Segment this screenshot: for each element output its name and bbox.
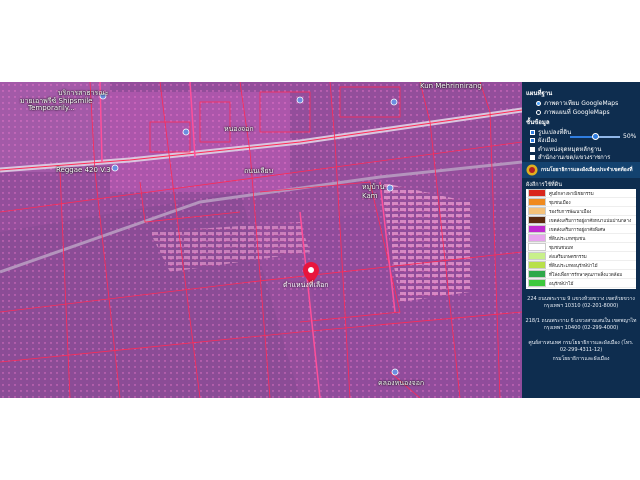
legend-label: ส่งเสริมเกษตรกรรม (549, 254, 587, 260)
address-1: 224 ถนนพระราม 9 แขวงห้วยขวาง เขตห้วยขวาง… (527, 296, 635, 309)
legend-label: ชุมชนชนบท (549, 245, 574, 251)
legend-item: ศูนย์กลางพาณิชยกรรม (526, 189, 636, 198)
legend-item: เขตส่งเสริมการอยู่อาศัยหนาแน่นปานกลาง (526, 216, 636, 225)
legend-swatch (528, 216, 546, 224)
poi-pin[interactable] (386, 184, 394, 192)
map-label: Kun Mehrinnirang (420, 82, 482, 90)
legend-swatch (528, 198, 546, 206)
legend-label: ที่โล่งเพื่อการรักษาคุณภาพสิ่งแวดล้อม (549, 272, 623, 278)
zoning-dots (0, 82, 522, 398)
map-label: หมู่บ้าน (362, 183, 385, 191)
layers-heading: ชั้นข้อมูล (526, 119, 550, 126)
map-svg[interactable] (0, 82, 522, 398)
map-label: หนองจอก (224, 125, 254, 133)
department-logo-icon (526, 164, 538, 176)
side-panel: แผนที่ฐาน ภาพดาวเทียม GoogleMaps ภาพแผนท… (522, 82, 640, 398)
address-2: 218/1 ถนนพระราม 6 แขวงสามเสนใน เขตพญาไท … (525, 318, 637, 331)
legend-swatch (528, 234, 546, 242)
legend-swatch (528, 225, 546, 233)
layer-offices[interactable]: สำนักงานเขต/แขวงราชการ (530, 152, 610, 162)
map-label: Reggae 420 V.3 (56, 166, 111, 174)
legend-item: ชุมชนเมือง (526, 198, 636, 207)
legend: ศูนย์กลางพาณิชยกรรมชุมชนเมืองรองรับการพั… (526, 189, 636, 289)
opacity-slider-knob[interactable] (591, 133, 599, 140)
map-label: ถนนเลียบ (244, 167, 274, 175)
legend-label: ที่ดินประเภทอนุรักษ์ป่าไม้ (549, 263, 598, 269)
legend-label: ชุมชนเมือง (549, 200, 571, 206)
poi-pin[interactable] (391, 368, 399, 376)
legend-label: ศูนย์กลางพาณิชยกรรม (549, 191, 594, 197)
poi-pin[interactable] (111, 164, 119, 172)
opacity-value: 50% (623, 133, 637, 140)
legend-label: รองรับการพัฒนาเมือง (549, 209, 592, 215)
address-3: ศูนย์สารสนเทศ กรมโยธาธิการและผังเมือง (โ… (528, 340, 634, 353)
address-4: กรมโยธาธิการและผังเมือง (552, 356, 610, 362)
basemap-option-map[interactable]: ภาพแผนที่ GoogleMaps (536, 107, 610, 117)
poi-pin[interactable] (182, 128, 190, 136)
basemap-heading: แผนที่ฐาน (526, 90, 553, 97)
radio-selected[interactable] (536, 101, 541, 106)
legend-item: ที่ดินประเภทชุมชน (526, 234, 636, 243)
legend-label: เขตส่งเสริมการอยู่อาศัยหนาแน่นปานกลาง (549, 218, 632, 224)
legend-swatch (528, 270, 546, 278)
poi-pin[interactable] (296, 96, 304, 104)
map-label: คลองหนองจอก (378, 379, 425, 387)
legend-heading: ผังสีการใช้ที่ดิน (526, 182, 563, 188)
legend-item: รองรับการพัฒนาเมือง (526, 207, 636, 216)
legend-item: เขตส่งเสริมการอยู่อาศัยพิเศษ (526, 225, 636, 234)
marker-label: ตำแหน่งที่เลือก (283, 281, 329, 289)
radio-unselected[interactable] (536, 110, 541, 115)
checkbox-unchecked[interactable] (530, 155, 535, 160)
legend-swatch (528, 243, 546, 251)
legend-item: ชุมชนชนบท (526, 243, 636, 252)
opacity-slider[interactable] (570, 133, 620, 140)
banner-text: กรมโยธาธิการและผังเมืองประจำเขตท้องที่ (541, 167, 633, 173)
legend-swatch (528, 189, 546, 197)
legend-swatch (528, 279, 546, 287)
checkbox-checked[interactable] (530, 138, 535, 143)
map-label: Temporarily... (28, 104, 75, 112)
legend-item: ส่งเสริมเกษตรกรรม (526, 252, 636, 261)
legend-swatch (528, 252, 546, 260)
legend-item: ที่ดินประเภทอนุรักษ์ป่าไม้ (526, 261, 636, 270)
legend-item: ที่โล่งเพื่อการรักษาคุณภาพสิ่งแวดล้อม (526, 270, 636, 279)
legend-label: อนุรักษ์ป่าไม้ (549, 281, 574, 287)
map-viewport[interactable]: บริการสาธารณะ มายเอาพรีซ์ Shipsmile Temp… (0, 82, 640, 398)
legend-label: เขตส่งเสริมการอยู่อาศัยพิเศษ (549, 227, 606, 233)
department-banner[interactable]: กรมโยธาธิการและผังเมืองประจำเขตท้องที่ (522, 162, 640, 178)
poi-pin[interactable] (390, 98, 398, 106)
map-label: Kam (362, 192, 378, 200)
legend-swatch (528, 207, 546, 215)
legend-label: ที่ดินประเภทชุมชน (549, 236, 586, 242)
legend-swatch (528, 261, 546, 269)
map-canvas[interactable]: บริการสาธารณะ มายเอาพรีซ์ Shipsmile Temp… (0, 82, 522, 398)
legend-item: อนุรักษ์ป่าไม้ (526, 279, 636, 288)
